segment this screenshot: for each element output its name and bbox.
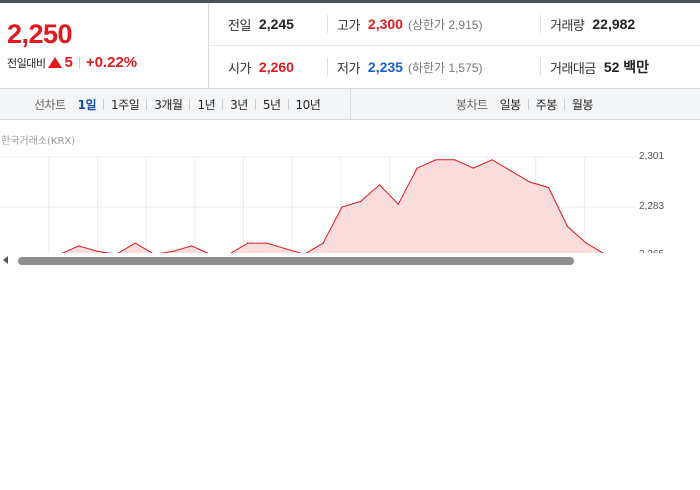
data-point: [172, 250, 174, 252]
scrollbar-thumb[interactable]: [18, 257, 574, 265]
line-chart-tabs: 선차트 1일 1주일 3개월 1년 3년 5년 10년: [34, 89, 321, 119]
diff-label: 전일대비: [7, 56, 46, 70]
tab-1y[interactable]: 1년: [197, 96, 215, 113]
high-label: 고가: [337, 18, 360, 34]
data-point: [266, 242, 268, 244]
column-divider: [327, 58, 328, 76]
scroll-left-arrow-icon[interactable]: [3, 256, 8, 264]
tab-separator: [189, 98, 191, 110]
y-tick-label: 2,301: [639, 151, 665, 162]
candle-chart-title: 봉차트: [456, 97, 488, 112]
data-point: [472, 167, 474, 169]
data-point: [566, 225, 569, 227]
info-row-1: 전일 2,245 고가 2,300 (상한가 2,915) 거래량 22,982: [209, 3, 700, 46]
data-point: [360, 200, 362, 202]
data-point: [247, 242, 249, 244]
amount-label: 거래대금: [550, 61, 596, 77]
data-point: [585, 242, 587, 244]
price-change: 전일대비 5 +0.22%: [7, 54, 137, 71]
tab-separator: [254, 98, 256, 110]
prev-close-label: 전일: [228, 18, 251, 34]
tab-1w[interactable]: 1주일: [111, 96, 140, 113]
low-price: 저가 2,235 (하한가 1,575): [337, 46, 482, 88]
tab-separator: [563, 98, 565, 110]
low-value: 2,235: [367, 59, 403, 75]
tab-group-divider: [350, 89, 351, 119]
candle-chart-tabs: 봉차트 일봉 주봉 월봉: [456, 89, 593, 119]
triangle-up-icon: [48, 57, 63, 68]
series-area: [60, 159, 605, 265]
data-point: [191, 245, 193, 247]
line-chart-title: 선차트: [34, 97, 66, 112]
column-divider: [540, 15, 541, 33]
data-point: [491, 159, 493, 161]
data-point: [322, 242, 324, 244]
data-point: [341, 206, 343, 208]
high-value: 2,300: [367, 16, 403, 32]
tab-1d[interactable]: 1일: [78, 96, 97, 113]
tab-separator: [287, 98, 289, 110]
tab-3y[interactable]: 3년: [230, 96, 248, 113]
prev-close: 전일 2,245: [228, 3, 294, 45]
price-panel: 2,250 전일대비 5 +0.22%: [0, 3, 208, 89]
data-point: [397, 203, 399, 205]
open-value: 2,260: [258, 59, 294, 75]
open-label: 시가: [228, 61, 251, 77]
column-divider: [540, 58, 541, 76]
info-row-2: 시가 2,260 저가 2,235 (하한가 1,575) 거래대금 52 백만: [209, 46, 700, 88]
volume-label: 거래량: [550, 18, 585, 34]
data-point: [510, 170, 512, 172]
y-tick-label: 2,283: [639, 201, 665, 212]
data-point: [78, 245, 80, 247]
data-point: [378, 184, 381, 186]
price-chart: 한국거래소(KRX) 2,301 2,283 2,265: [0, 120, 700, 265]
tab-10y[interactable]: 10년: [296, 96, 321, 113]
data-point: [416, 167, 418, 169]
chart-tab-bar: 선차트 1일 1주일 3개월 1년 3년 5년 10년 봉차트 일봉 주봉 월봉: [0, 89, 700, 120]
column-divider: [327, 15, 328, 33]
amount-value: 52 백만: [603, 59, 650, 75]
data-point: [454, 159, 456, 161]
data-point: [97, 250, 99, 252]
prev-close-value: 2,245: [258, 16, 294, 32]
data-point: [134, 242, 136, 244]
tab-daily[interactable]: 일봉: [500, 96, 522, 113]
tab-monthly[interactable]: 월봉: [572, 96, 594, 113]
chart-svg: [0, 156, 635, 265]
data-point: [435, 159, 437, 161]
diff-rate: +0.22%: [85, 54, 138, 71]
diff-value: 5: [64, 54, 73, 71]
lower-limit: (하한가 1,575): [407, 60, 483, 75]
low-label: 저가: [337, 61, 360, 77]
tab-weekly[interactable]: 주봉: [536, 96, 558, 113]
current-price: 2,250: [7, 19, 73, 49]
trade-amount: 거래대금 52 백만: [550, 46, 649, 88]
tab-separator: [222, 98, 224, 110]
data-point: [284, 248, 287, 250]
tab-separator: [527, 98, 529, 110]
high-price: 고가 2,300 (상한가 2,915): [337, 3, 482, 45]
tab-3m[interactable]: 3개월: [154, 96, 183, 113]
upper-limit: (상한가 2,915): [407, 17, 483, 32]
volume-value: 22,982: [592, 16, 636, 32]
volume: 거래량 22,982: [550, 3, 635, 45]
quote-info-grid: 전일 2,245 고가 2,300 (상한가 2,915) 거래량 22,982…: [208, 3, 700, 89]
data-point: [548, 187, 550, 189]
tab-5y[interactable]: 5년: [263, 96, 281, 113]
open-price: 시가 2,260: [228, 46, 294, 88]
tab-separator: [103, 98, 105, 110]
tab-separator: [146, 98, 148, 110]
data-point: [529, 181, 531, 183]
diff-separator: [78, 56, 80, 69]
